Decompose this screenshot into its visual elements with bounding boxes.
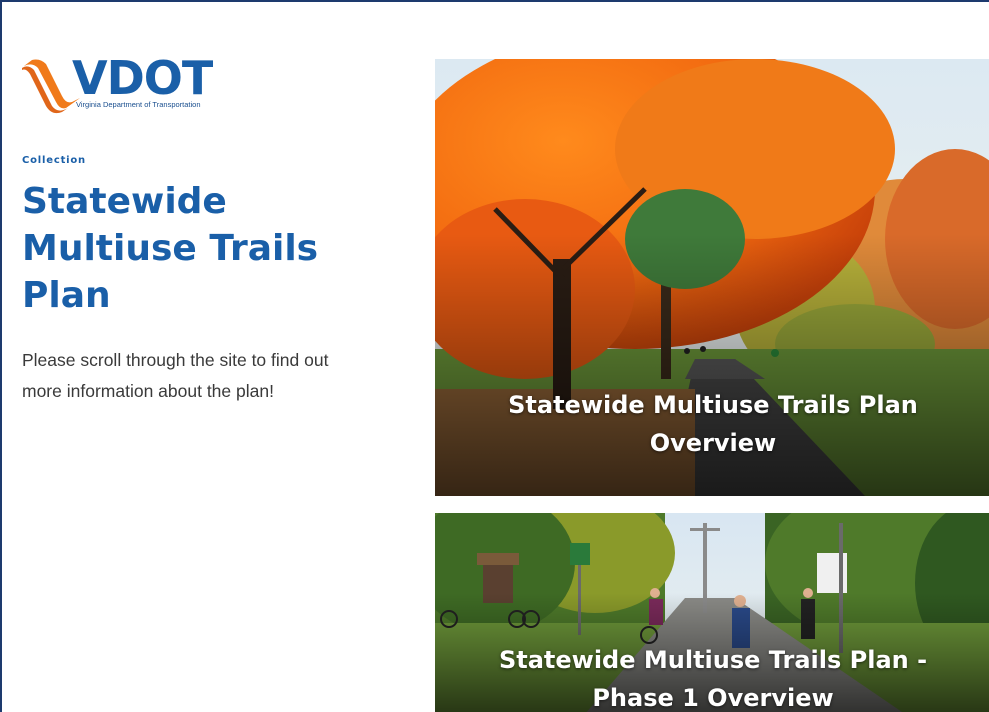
card-title: Statewide Multiuse Trails Plan Overview	[508, 391, 918, 457]
collection-card-overview[interactable]: Statewide Multiuse Trails Plan Overview	[435, 59, 989, 496]
vdot-logo[interactable]: VDOT Virginia Department of Transportati…	[22, 51, 227, 114]
collection-card-phase1[interactable]: Statewide Multiuse Trails Plan - Phase 1…	[435, 513, 989, 712]
page-frame: VDOT Virginia Department of Transportati…	[0, 0, 989, 712]
page-title: Statewide Multiuse Trails Plan	[22, 181, 319, 316]
logo-wordmark: VDOT	[72, 51, 213, 105]
logo-subtitle: Virginia Department of Transportation	[76, 100, 201, 109]
card-title: Statewide Multiuse Trails Plan - Phase 1…	[498, 646, 928, 712]
page-description: Please scroll through the site to find o…	[22, 350, 329, 401]
collection-label: Collection	[22, 155, 86, 166]
